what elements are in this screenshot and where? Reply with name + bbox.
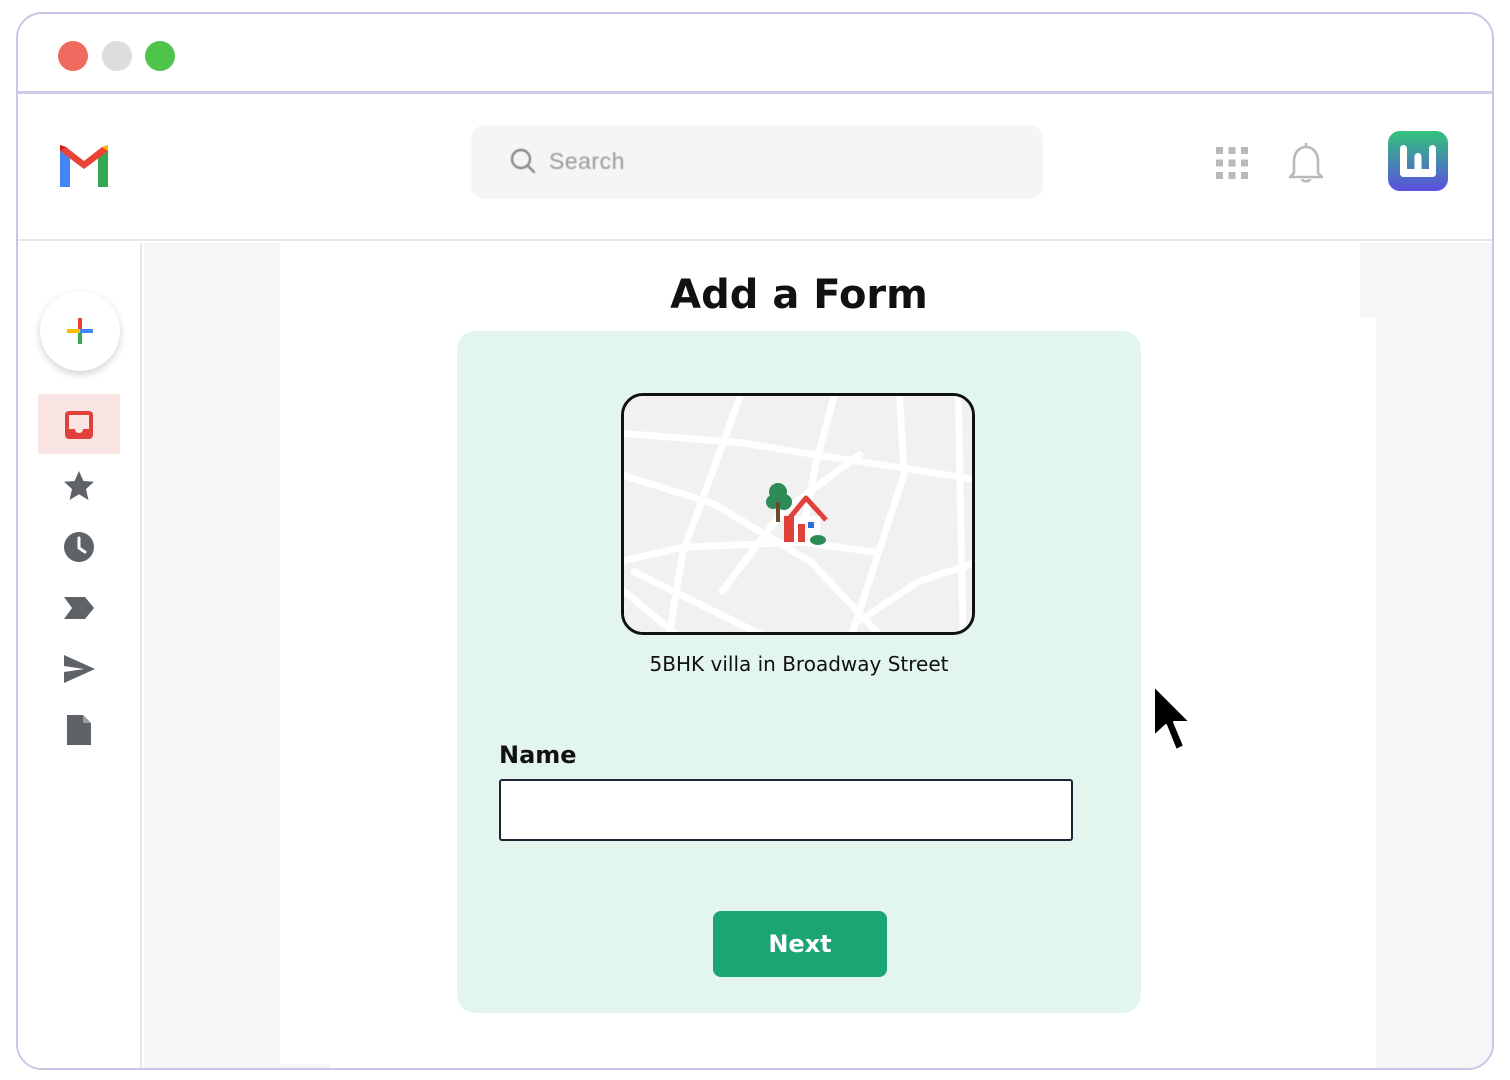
browser-window: Search Add a Form 5BHK villa in Broadway… bbox=[16, 12, 1494, 1070]
form-card: 5BHK villa in Broadway Street Name Next bbox=[457, 331, 1141, 1013]
window-titlebar bbox=[18, 14, 1492, 94]
form-title: Add a Form bbox=[670, 272, 928, 318]
gmail-logo-icon[interactable] bbox=[56, 143, 112, 187]
sidebar-item-snoozed[interactable] bbox=[38, 516, 120, 576]
file-icon bbox=[67, 715, 91, 745]
content-gutter-right-lower bbox=[1376, 317, 1492, 1068]
search-placeholder: Search bbox=[549, 148, 625, 174]
sidebar-item-drafts[interactable] bbox=[38, 699, 120, 759]
clock-icon bbox=[64, 532, 94, 562]
close-window-button[interactable] bbox=[58, 41, 88, 71]
content-gutter-right bbox=[1360, 243, 1492, 317]
map-house-icon bbox=[766, 483, 828, 545]
star-icon bbox=[64, 471, 94, 500]
sidebar-item-starred[interactable] bbox=[38, 455, 120, 515]
bell-icon[interactable] bbox=[1286, 141, 1326, 185]
label-icon bbox=[64, 597, 94, 619]
next-button[interactable]: Next bbox=[713, 911, 887, 977]
sidebar-item-inbox[interactable] bbox=[38, 394, 120, 454]
property-label: 5BHK villa in Broadway Street bbox=[649, 652, 949, 676]
name-label: Name bbox=[499, 741, 577, 769]
search-bar[interactable]: Search bbox=[471, 125, 1043, 199]
name-input[interactable] bbox=[499, 779, 1073, 841]
sidebar bbox=[18, 243, 142, 1068]
property-map bbox=[621, 393, 975, 635]
content-bottom-strip bbox=[280, 1064, 330, 1068]
minimize-window-button[interactable] bbox=[102, 41, 132, 71]
brand-avatar-icon[interactable] bbox=[1388, 131, 1448, 191]
inbox-icon bbox=[65, 411, 93, 439]
content-gutter-left bbox=[144, 243, 280, 1068]
compose-button[interactable] bbox=[40, 291, 120, 371]
plus-icon bbox=[67, 318, 93, 344]
sidebar-item-sent[interactable] bbox=[38, 638, 120, 698]
apps-grid-icon[interactable] bbox=[1214, 145, 1250, 181]
search-icon bbox=[510, 148, 536, 174]
send-icon bbox=[64, 655, 95, 683]
mouse-cursor-icon bbox=[1153, 685, 1191, 751]
app-header: Search bbox=[18, 97, 1492, 241]
sidebar-item-important[interactable] bbox=[38, 577, 120, 637]
maximize-window-button[interactable] bbox=[145, 41, 175, 71]
